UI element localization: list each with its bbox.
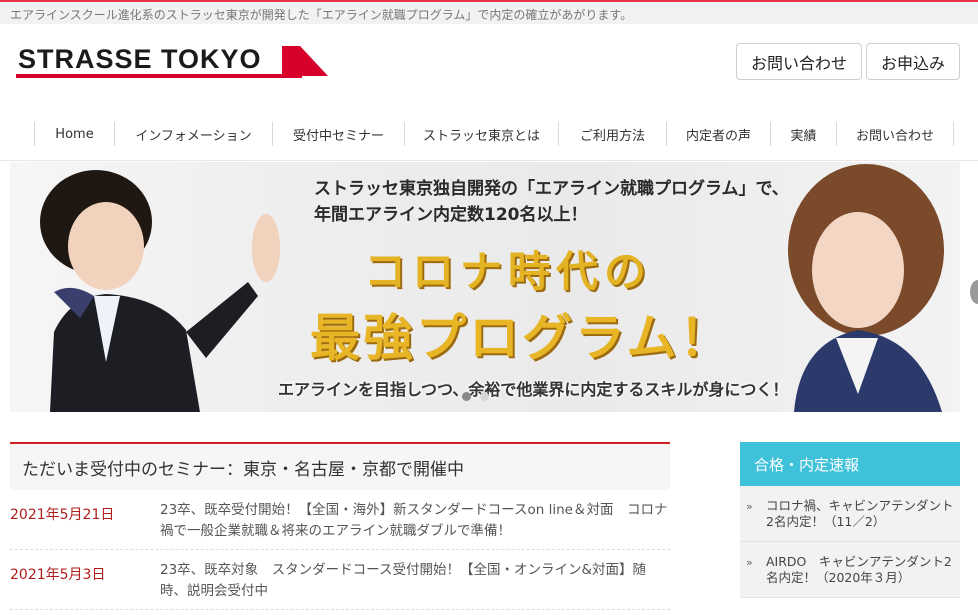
list-item[interactable]: » AIRDO キャビンアテンダント2名内定！（2020年３月）	[740, 542, 960, 598]
seminar-date: 2021年5月21日	[10, 507, 115, 523]
nav-item-seminar[interactable]: 受付中セミナー	[272, 122, 404, 146]
main-nav: Home インフォメーション 受付中セミナー ストラッセ東京とは ご利用方法 内…	[34, 122, 954, 146]
seminar-header: ただいま受付中のセミナー：東京・名古屋・京都で開催中	[10, 442, 670, 490]
nav-item-voices[interactable]: 内定者の声	[666, 122, 770, 146]
nav-item-usage[interactable]: ご利用方法	[558, 122, 666, 146]
seminar-row[interactable]: 2021年5月3日 23卒、既卒対象 スタンダードコース受付開始！【全国・オンラ…	[10, 550, 670, 610]
hero-subtitle: エアラインを目指しつつ、余裕で他業界に内定するスキルが身につく！	[278, 380, 789, 399]
hero-banner[interactable]: ストラッセ東京独自開発の「エアライン就職プログラム」で、 年間エアライン内定数1…	[10, 162, 960, 412]
slider-next-arrow-icon[interactable]	[970, 280, 978, 304]
nav-item-contact[interactable]: お問い合わせ	[836, 122, 954, 146]
top-announcement-bar: エアラインスクール進化系のストラッセ東京が開発した「エアライン就職プログラム」で…	[0, 0, 978, 24]
seminar-title: ただいま受付中のセミナー：東京・名古屋・京都で開催中	[22, 459, 464, 480]
hero-headline-line1: ストラッセ東京独自開発の「エアライン就職プログラム」で、	[314, 179, 789, 199]
nav-item-about[interactable]: ストラッセ東京とは	[404, 122, 558, 146]
results-sidebar-header: 合格・内定速報	[740, 442, 960, 486]
top-announcement-text: エアラインスクール進化系のストラッセ東京が開発した「エアライン就職プログラム」で…	[10, 8, 633, 22]
results-sidebar-title: 合格・内定速報	[754, 455, 860, 474]
contact-button[interactable]: お問い合わせ	[736, 43, 862, 80]
slider-dot-1[interactable]	[462, 392, 471, 401]
nav-divider	[0, 160, 978, 161]
site-logo[interactable]: STRASSE TOKYO	[14, 40, 334, 82]
bullet-chevron-icon: »	[746, 556, 753, 569]
logo-underline	[16, 74, 302, 78]
bullet-chevron-icon: »	[746, 500, 753, 513]
nav-item-information[interactable]: インフォメーション	[114, 122, 272, 146]
seminar-date: 2021年5月3日	[10, 567, 106, 583]
apply-button[interactable]: お申込み	[866, 43, 960, 80]
nav-item-results[interactable]: 実績	[770, 122, 836, 146]
slider-dot-2[interactable]	[480, 392, 489, 401]
list-item[interactable]: » コロナ禍、キャビンアテンダント2名内定！（11／2）	[740, 486, 960, 542]
result-link[interactable]: コロナ禍、キャビンアテンダント2名内定！（11／2）	[766, 498, 956, 530]
hero-headline-line2: 年間エアライン内定数120名以上！	[314, 205, 588, 225]
seminar-row[interactable]: 2021年5月21日 23卒、既卒受付開始！【全国・海外】新スタンダードコースo…	[10, 490, 670, 550]
hero-big-title-1: コロナ時代の	[364, 247, 653, 296]
seminar-link[interactable]: 23卒、既卒受付開始！【全国・海外】新スタンダードコースon line＆対面 コ…	[160, 500, 670, 542]
results-sidebar: 合格・内定速報 » コロナ禍、キャビンアテンダント2名内定！（11／2） » A…	[740, 442, 960, 598]
nav-item-home[interactable]: Home	[34, 122, 114, 146]
logo-wing-icon	[282, 46, 328, 76]
logo-text: STRASSE TOKYO	[18, 44, 262, 74]
hero-big-title-2: 最強プログラム！	[310, 309, 733, 367]
seminar-section: ただいま受付中のセミナー：東京・名古屋・京都で開催中 2021年5月21日 23…	[10, 442, 670, 610]
result-link[interactable]: AIRDO キャビンアテンダント2名内定！（2020年３月）	[766, 554, 956, 586]
seminar-link[interactable]: 23卒、既卒対象 スタンダードコース受付開始！【全国・オンライン&対面】随時、説…	[160, 560, 670, 602]
results-list: » コロナ禍、キャビンアテンダント2名内定！（11／2） » AIRDO キャビ…	[740, 486, 960, 598]
